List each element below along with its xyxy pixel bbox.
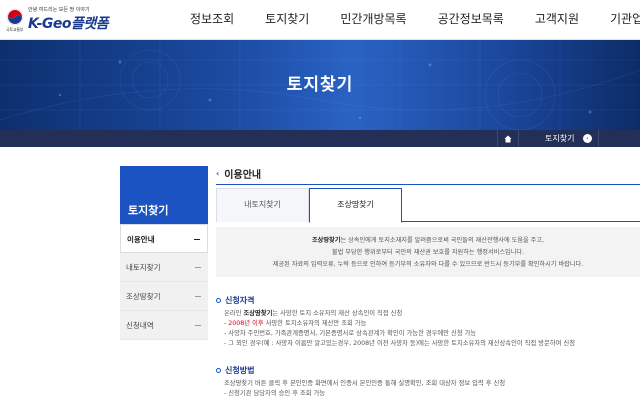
sidebar-item-label: 내토지찾기 xyxy=(126,263,161,272)
method-title: 신청방법 xyxy=(225,365,255,375)
site-header: 국토교통부 안녕 여드리는 모든 땅 이야기 K-Geo플랫폼 정보조회 토지찾… xyxy=(0,0,640,40)
sidebar-item-ancestor-land[interactable]: 조상땅찾기 xyxy=(120,282,208,311)
dash-icon xyxy=(195,325,201,326)
nav-info-lookup[interactable]: 정보조회 xyxy=(190,0,234,40)
dash-icon xyxy=(195,267,201,268)
sidebar-item-application-history[interactable]: 신청내역 xyxy=(120,311,208,340)
qualification-line: - 2008년 이후 사망한 토지소유자의 재산만 조회 가능 xyxy=(224,320,367,327)
qualification-line: - 사망자 주민번호, 가족관계증명서, 기본증명서로 상속관계가 확인이 가능… xyxy=(224,330,477,337)
chevron-right-icon: › xyxy=(583,134,592,143)
breadcrumb-current[interactable]: 토지찾기 › xyxy=(519,130,599,147)
breadcrumb-home-button[interactable] xyxy=(497,130,519,147)
dash-icon xyxy=(194,239,200,240)
sidebar-item-my-land[interactable]: 내토지찾기 xyxy=(120,253,208,282)
sidebar-item-label: 신청내역 xyxy=(126,321,154,330)
title-divider xyxy=(216,184,640,185)
nav-land-search[interactable]: 토지찾기 xyxy=(265,0,309,40)
hero-banner: 토지찾기 xyxy=(0,40,640,130)
qualification-line: - 그 외인 경우(예 : 사망자 이름만 알고있는경우, 2008년 이전 사… xyxy=(224,340,576,347)
qualification-section: 신청자격 온라인 조상땅찾기는 사망한 토지 소유자의 재산 상속인이 직접 신… xyxy=(216,294,575,349)
logo-slogan: 안녕 여드리는 모든 땅 이야기 xyxy=(28,7,90,13)
chevron-left-icon: ‹ xyxy=(216,168,220,178)
method-line: 조상땅찾기 버튼 클릭 후 본인인증 화면에서 인증서 본인인증 통해 실명확인… xyxy=(224,380,506,387)
home-icon xyxy=(504,135,512,142)
qualification-line: 온라인 조상땅찾기는 사망한 토지 소유자의 재산 상속인이 직접 신청 xyxy=(224,310,403,317)
qualification-title: 신청자격 xyxy=(225,295,255,305)
sidebar-item-label: 조상땅찾기 xyxy=(126,292,161,301)
brand-name: K-Geo플랫폼 xyxy=(28,16,109,32)
nav-spatial-info-list[interactable]: 공간정보목록 xyxy=(438,0,504,40)
sidebar-item-label: 이용안내 xyxy=(127,235,155,244)
tab-my-land[interactable]: 내토지찾기 xyxy=(216,188,309,222)
sidebar: 토지찾기 이용안내 내토지찾기 조상땅찾기 신청내역 xyxy=(120,166,208,340)
circle-bullet-icon xyxy=(216,367,221,373)
tab-bar: 내토지찾기 조상땅찾기 xyxy=(216,188,640,223)
tab-ancestor-land[interactable]: 조상땅찾기 xyxy=(309,188,402,223)
page-title: ‹ 이용안내 xyxy=(216,168,262,181)
hero-title: 토지찾기 xyxy=(286,75,354,95)
method-section: 신청방법 조상땅찾기 버튼 클릭 후 본인인증 화면에서 인증서 본인인증 통해… xyxy=(216,364,505,399)
nav-private-open-list[interactable]: 민간개방목록 xyxy=(340,0,406,40)
breadcrumb: 토지찾기 › xyxy=(0,130,640,147)
sidebar-item-usage-guide[interactable]: 이용안내 xyxy=(120,224,208,253)
nav-agency-work[interactable]: 기관업무 xyxy=(610,0,640,40)
emblem-caption: 국토교통부 xyxy=(6,27,24,32)
breadcrumb-current-label: 토지찾기 xyxy=(545,134,575,143)
nav-customer-support[interactable]: 고객지원 xyxy=(535,0,579,40)
sidebar-title: 토지찾기 xyxy=(120,166,208,224)
service-description-box: 조상땅찾기는 상속인에게 토지소재지를 알려줌으로써 국민들의 재산관행사에 도… xyxy=(216,227,640,277)
dash-icon xyxy=(195,296,201,297)
government-emblem-icon xyxy=(6,8,24,26)
sidebar-menu: 이용안내 내토지찾기 조상땅찾기 신청내역 xyxy=(120,224,208,340)
main-navigation: 정보조회 토지찾기 민간개방목록 공간정보목록 고객지원 기관업무 xyxy=(190,0,640,40)
circle-bullet-icon xyxy=(216,297,221,303)
site-logo[interactable]: 국토교통부 안녕 여드리는 모든 땅 이야기 K-Geo플랫폼 xyxy=(6,6,126,34)
method-line: - 신청기관 담당자의 승인 후 조회 가능 xyxy=(224,390,326,397)
